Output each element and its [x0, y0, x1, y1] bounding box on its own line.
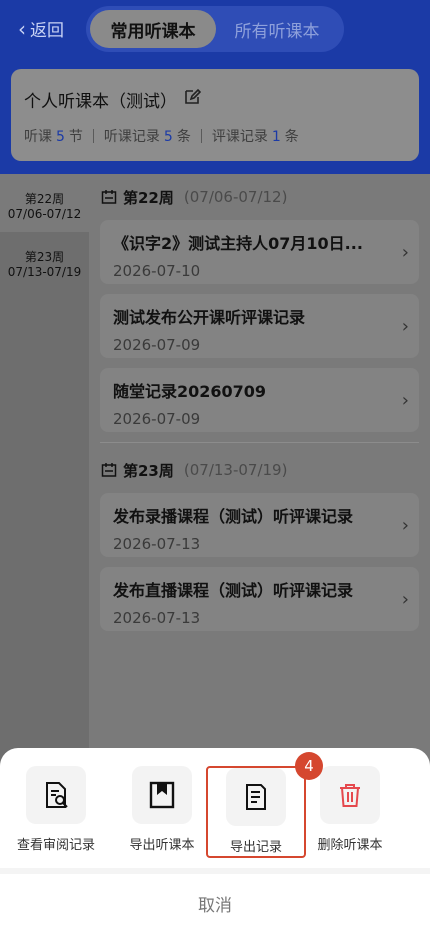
chevron-right-icon: › — [401, 515, 409, 536]
records-list: 第22周 (07/06-07/12) 《识字2》测试主持人07月10日... 2… — [89, 174, 430, 641]
divider — [100, 442, 419, 443]
back-button[interactable]: ‹ 返回 — [18, 16, 64, 42]
week-item-22[interactable]: 第22周 07/06-07/12 — [0, 174, 89, 232]
bookmark-export-icon — [149, 781, 175, 809]
week-group-header: 第23周 (07/13-07/19) — [89, 447, 430, 493]
stat-listen-records: 听课记录 5 条 — [103, 129, 191, 145]
chevron-right-icon: › — [401, 242, 409, 263]
document-export-icon — [246, 784, 266, 810]
record-item[interactable]: 随堂记录20260709 2026-07-09 › — [100, 368, 419, 432]
trash-icon — [340, 784, 360, 807]
delete-book-button[interactable]: 删除听课本 — [302, 766, 398, 853]
export-book-button[interactable]: 导出听课本 — [114, 766, 210, 853]
chevron-right-icon: › — [401, 589, 409, 610]
export-records-button[interactable]: 导出记录 — [206, 766, 306, 858]
cancel-button[interactable]: 取消 — [0, 874, 430, 932]
header-bar: ‹ 返回 常用听课本 所有听课本 个人听课本（测试） 听课 5 节 听课记录 5 条 评… — [0, 0, 430, 174]
week-item-23[interactable]: 第23周 07/13-07/19 — [0, 232, 89, 290]
tab-switcher: 常用听课本 所有听课本 — [86, 6, 344, 52]
book-summary-card: 个人听课本（测试） 听课 5 节 听课记录 5 条 评课记录 1 条 — [11, 69, 419, 161]
action-sheet: 查看审阅记录 导出听课本 导出记录 删除听课本 取消 — [0, 748, 430, 932]
record-item[interactable]: 发布录播课程（测试）听评课记录 2026-07-13 › — [100, 493, 419, 557]
chevron-right-icon: › — [401, 390, 409, 411]
action-row: 查看审阅记录 导出听课本 导出记录 删除听课本 — [0, 766, 430, 866]
chevron-right-icon: › — [401, 316, 409, 337]
chevron-left-icon: ‹ — [18, 16, 26, 41]
tab-all-books[interactable]: 所有听课本 — [216, 10, 338, 48]
review-search-icon — [46, 782, 68, 808]
book-stats: 听课 5 节 听课记录 5 条 评课记录 1 条 — [24, 126, 406, 146]
view-review-records-button[interactable]: 查看审阅记录 — [8, 766, 104, 853]
calendar-icon — [101, 190, 117, 204]
week-group-header: 第22周 (07/06-07/12) — [89, 174, 430, 220]
calendar-icon — [101, 463, 117, 477]
divider — [92, 129, 94, 143]
record-item[interactable]: 《识字2》测试主持人07月10日... 2026-07-10 › — [100, 220, 419, 284]
back-label: 返回 — [30, 21, 64, 41]
record-item[interactable]: 测试发布公开课听评课记录 2026-07-09 › — [100, 294, 419, 358]
stat-lessons: 听课 5 节 — [24, 129, 83, 145]
step-badge: 4 — [295, 752, 323, 780]
divider — [200, 129, 202, 143]
stat-review-records: 评课记录 1 条 — [211, 129, 299, 145]
tab-common-books[interactable]: 常用听课本 — [90, 10, 216, 48]
record-item[interactable]: 发布直播课程（测试）听评课记录 2026-07-13 › — [100, 567, 419, 631]
edit-icon[interactable] — [183, 88, 202, 111]
book-title: 个人听课本（测试） — [24, 92, 177, 112]
